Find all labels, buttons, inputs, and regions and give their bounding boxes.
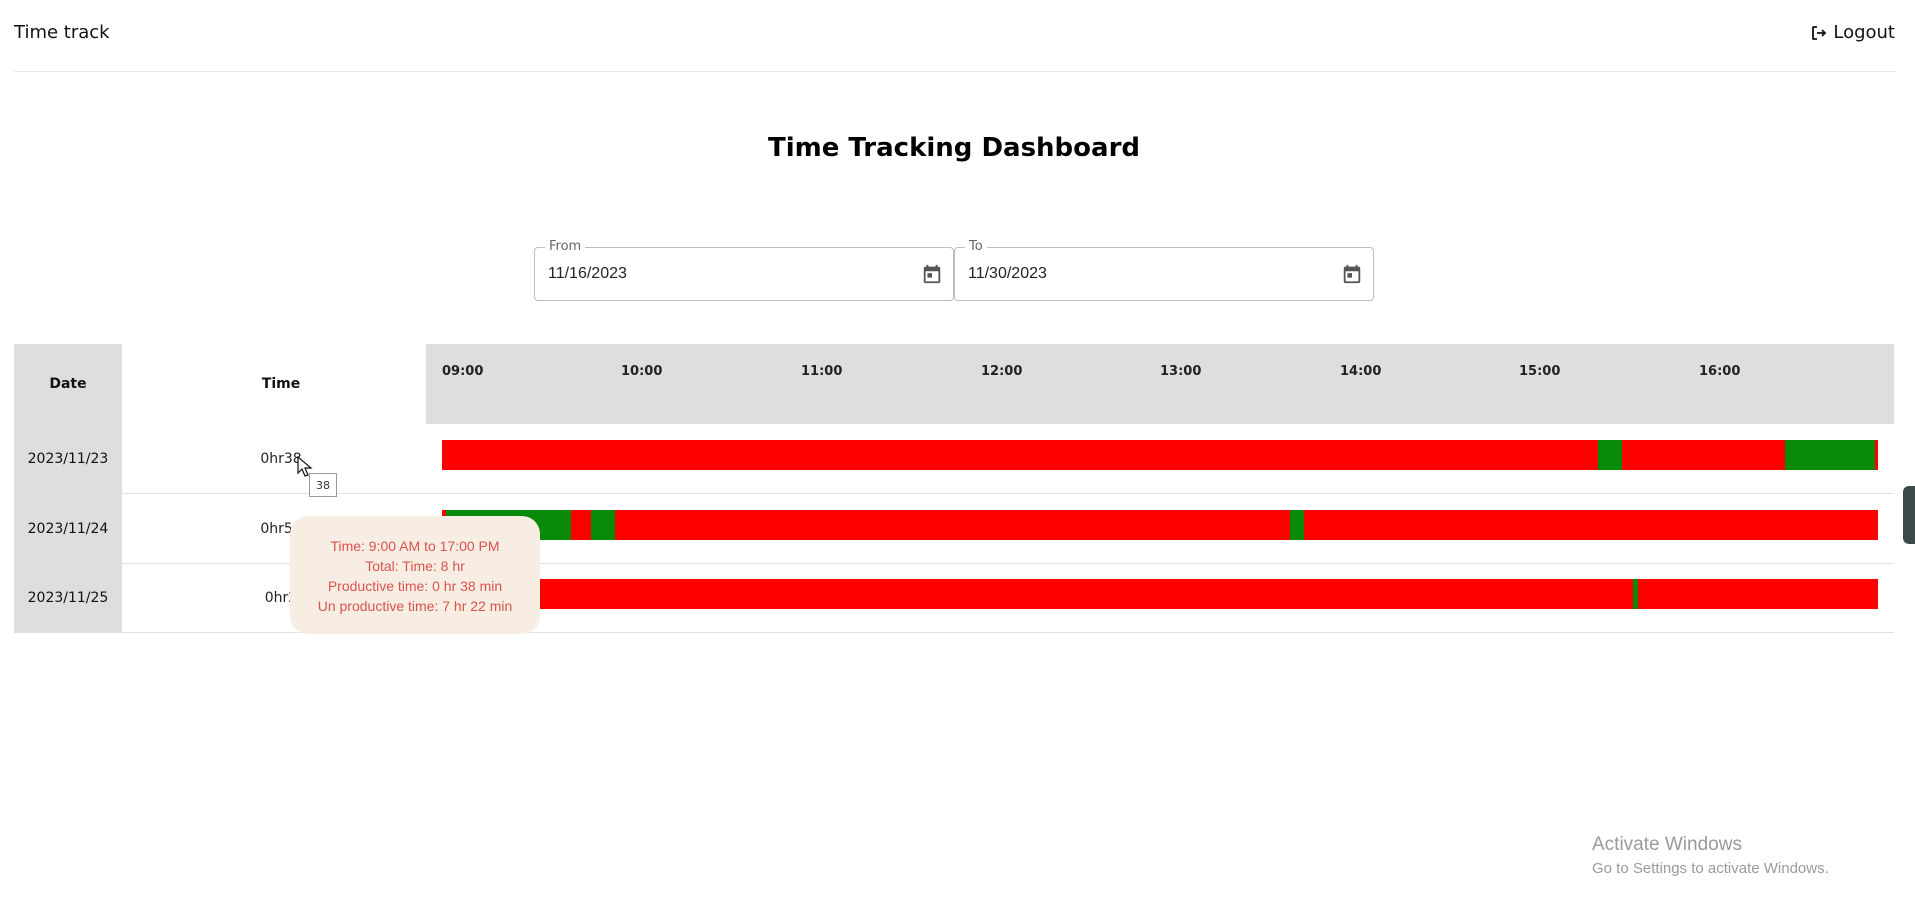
timeline-bar[interactable] — [442, 440, 1878, 470]
tooltip-productive: Productive time: 0 hr 38 min — [327, 578, 503, 594]
tick-label: 16:00 — [1699, 364, 1741, 379]
row-date: 2023/11/23 — [14, 424, 122, 493]
app-title[interactable]: Time track — [14, 22, 110, 43]
row-time[interactable]: 0hr38 — [122, 424, 440, 493]
watermark-subtitle: Go to Settings to activate Windows. — [1592, 860, 1829, 877]
tick-label: 14:00 — [1340, 364, 1382, 379]
timeline-bar[interactable] — [442, 579, 1878, 609]
time-column-header: Time — [122, 344, 440, 424]
calendar-icon[interactable] — [1341, 263, 1363, 285]
page-title: Time Tracking Dashboard — [767, 133, 1141, 163]
productive-segment[interactable] — [1290, 510, 1304, 540]
logout-label: Logout — [1833, 22, 1895, 43]
tick-label: 12:00 — [981, 364, 1023, 379]
productive-segment[interactable] — [1785, 440, 1875, 470]
tooltip-total: Total: Time: 8 hr — [365, 558, 465, 574]
side-panel-handle[interactable] — [1903, 486, 1915, 544]
tick-label: 09:00 — [442, 364, 484, 379]
logout-button[interactable]: Logout — [1811, 22, 1895, 43]
to-date-input[interactable]: 11/30/2023 — [968, 265, 1047, 283]
watermark-title: Activate Windows — [1592, 834, 1742, 855]
timeline-header: 09:00 10:00 11:00 12:00 13:00 14:00 15:0… — [426, 344, 1894, 424]
table-row: 2023/11/23 0hr38 — [14, 424, 1894, 494]
timeline-bar[interactable] — [442, 510, 1878, 540]
productive-segment[interactable] — [1633, 579, 1638, 609]
row-date: 2023/11/24 — [14, 494, 122, 563]
logout-icon — [1812, 25, 1827, 40]
to-label: To — [965, 239, 987, 254]
tick-label: 15:00 — [1519, 364, 1561, 379]
top-bar: Time track Logout — [0, 0, 1915, 72]
from-date-input[interactable]: 11/16/2023 — [548, 265, 627, 283]
tick-label: 10:00 — [621, 364, 663, 379]
date-column-header: Date — [14, 344, 122, 424]
tick-label: 13:00 — [1160, 364, 1202, 379]
tick-label: 11:00 — [801, 364, 843, 379]
header-divider — [14, 71, 1896, 72]
hover-value-tooltip: 38 — [309, 473, 337, 497]
to-date-field[interactable]: To 11/30/2023 — [954, 239, 1374, 301]
from-label: From — [545, 239, 586, 254]
calendar-icon[interactable] — [921, 263, 943, 285]
tooltip-unproductive: Un productive time: 7 hr 22 min — [317, 598, 513, 614]
productive-segment[interactable] — [591, 510, 615, 540]
row-date: 2023/11/25 — [14, 563, 122, 632]
productive-segment[interactable] — [1598, 440, 1622, 470]
tooltip-time-range: Time: 9:00 AM to 17:00 PM — [330, 538, 500, 554]
summary-tooltip: Time: 9:00 AM to 17:00 PM Total: Time: 8… — [290, 516, 540, 634]
windows-activation-watermark: Activate Windows Go to Settings to activ… — [1592, 834, 1829, 877]
from-date-field[interactable]: From 11/16/2023 — [534, 239, 954, 301]
